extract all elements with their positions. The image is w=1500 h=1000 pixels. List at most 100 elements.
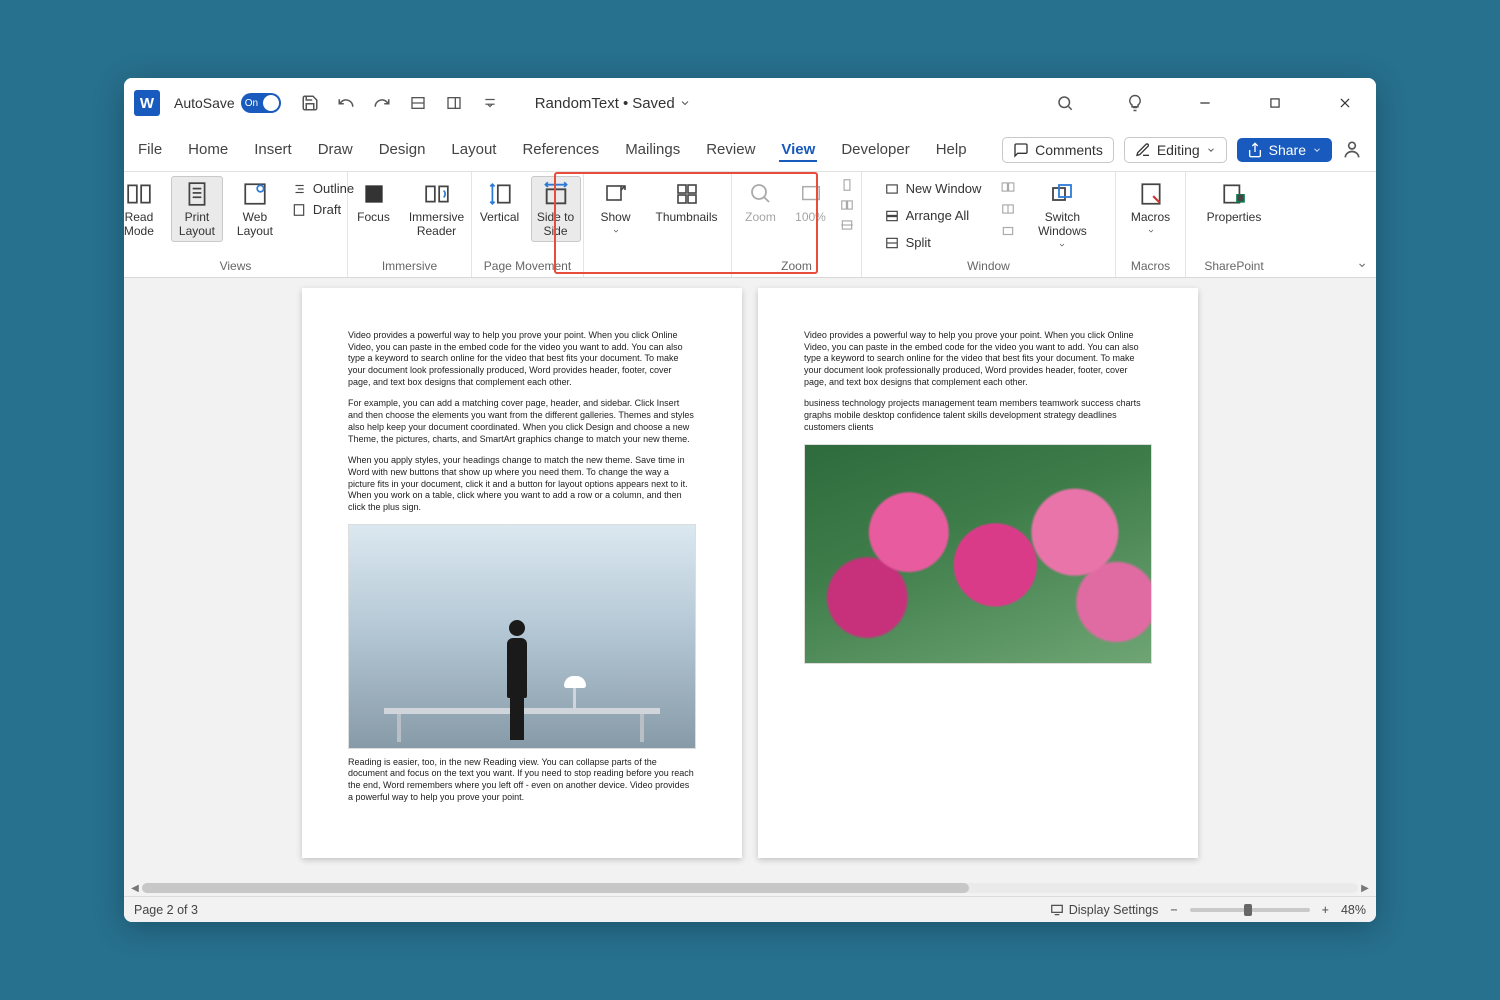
- focus-icon: [357, 179, 391, 209]
- web-layout-icon: [238, 179, 272, 209]
- redo-icon[interactable]: [371, 92, 393, 114]
- scroll-track[interactable]: [142, 883, 1358, 893]
- thumbnails-icon: [670, 179, 704, 209]
- properties-button[interactable]: S Properties: [1194, 176, 1274, 228]
- person-silhouette-icon: [501, 620, 533, 740]
- autosave-toggle[interactable]: AutoSave On: [174, 93, 281, 113]
- lamp-icon: [564, 676, 586, 708]
- immersive-reader-icon: [420, 179, 454, 209]
- word-logo-icon: W: [134, 90, 160, 116]
- scroll-thumb[interactable]: [142, 883, 969, 893]
- focus-button[interactable]: Focus: [350, 176, 398, 228]
- tab-insert[interactable]: Insert: [252, 137, 294, 162]
- tab-view[interactable]: View: [779, 137, 817, 162]
- tab-design[interactable]: Design: [377, 137, 428, 162]
- page-indicator[interactable]: Page 2 of 3: [134, 903, 198, 917]
- properties-label: Properties: [1207, 211, 1262, 225]
- autosave-switch[interactable]: On: [241, 93, 281, 113]
- flowers-photo: [804, 444, 1152, 664]
- page1-p4: Reading is easier, too, in the new Readi…: [348, 757, 696, 804]
- page-2[interactable]: Video provides a powerful way to help yo…: [758, 288, 1198, 858]
- vertical-button[interactable]: Vertical: [475, 176, 525, 228]
- autosave-state: On: [245, 98, 258, 109]
- title-separator: •: [623, 95, 628, 112]
- document-title[interactable]: RandomText • Saved: [535, 95, 691, 112]
- qat-button-2[interactable]: [443, 92, 465, 114]
- show-button[interactable]: Show: [590, 176, 642, 238]
- page1-p1: Video provides a powerful way to help yo…: [348, 330, 696, 388]
- split-button[interactable]: Split: [880, 234, 986, 251]
- tab-mailings[interactable]: Mailings: [623, 137, 682, 162]
- tab-help[interactable]: Help: [934, 137, 969, 162]
- comments-button[interactable]: Comments: [1002, 137, 1114, 163]
- editing-button[interactable]: Editing: [1124, 137, 1227, 163]
- switch-windows-button[interactable]: Switch Windows: [1027, 176, 1097, 252]
- search-icon[interactable]: [1050, 88, 1080, 118]
- tab-draw[interactable]: Draw: [316, 137, 355, 162]
- svg-text:S: S: [1238, 194, 1243, 203]
- scroll-left-icon[interactable]: ◀: [128, 883, 142, 894]
- new-window-icon: [884, 182, 900, 196]
- print-layout-button[interactable]: Print Layout: [171, 176, 223, 242]
- side-to-side-button[interactable]: Side to Side: [531, 176, 581, 242]
- scroll-right-icon[interactable]: ▶: [1358, 883, 1372, 894]
- share-icon: [1247, 142, 1263, 158]
- multi-page-icon: [839, 198, 855, 212]
- qat-button-1[interactable]: [407, 92, 429, 114]
- maximize-button[interactable]: [1260, 88, 1290, 118]
- tab-home[interactable]: Home: [186, 137, 230, 162]
- views-group-label: Views: [220, 259, 252, 275]
- zoom-out-icon[interactable]: −: [1170, 903, 1177, 917]
- close-button[interactable]: [1330, 88, 1360, 118]
- draft-label: Draft: [313, 202, 341, 217]
- tab-review[interactable]: Review: [704, 137, 757, 162]
- arrange-all-button[interactable]: Arrange All: [880, 207, 986, 224]
- lightbulb-icon[interactable]: [1120, 88, 1150, 118]
- tab-developer[interactable]: Developer: [839, 137, 911, 162]
- group-immersive: Focus Immersive Reader Immersive: [348, 172, 472, 277]
- ribbon-tabs: File Home Insert Draw Design Layout Refe…: [124, 128, 1376, 172]
- zoom-handle[interactable]: [1244, 904, 1252, 916]
- collapse-ribbon-icon[interactable]: ⌄: [1356, 254, 1368, 271]
- zoom-icon: [744, 179, 778, 209]
- chevron-down-icon: [1146, 227, 1156, 235]
- hundred-icon: [794, 179, 828, 209]
- zoom-button: Zoom: [739, 176, 783, 228]
- undo-icon[interactable]: [335, 92, 357, 114]
- customize-qat-icon[interactable]: [479, 92, 501, 114]
- save-icon[interactable]: [299, 92, 321, 114]
- zoom-percent[interactable]: 48%: [1341, 903, 1366, 917]
- display-settings-button[interactable]: Display Settings: [1049, 903, 1159, 917]
- document-area[interactable]: Video provides a powerful way to help yo…: [124, 278, 1376, 880]
- read-mode-button[interactable]: Read Mode: [124, 176, 165, 242]
- macros-button[interactable]: Macros: [1122, 176, 1180, 238]
- minimize-button[interactable]: [1190, 88, 1220, 118]
- titlebar-right: [1050, 88, 1366, 118]
- switch-windows-label: Switch Windows: [1030, 211, 1094, 239]
- group-macros: Macros Macros: [1116, 172, 1186, 277]
- group-sharepoint: S Properties SharePoint: [1186, 172, 1282, 277]
- tab-layout[interactable]: Layout: [449, 137, 498, 162]
- thumbnails-button[interactable]: Thumbnails: [648, 176, 726, 228]
- view-side-by-side-icon: [999, 180, 1017, 194]
- side-to-side-icon: [539, 179, 573, 209]
- split-label: Split: [906, 235, 931, 250]
- one-page-icon: [839, 178, 855, 192]
- new-window-button[interactable]: New Window: [880, 180, 986, 197]
- saved-label: Saved: [632, 95, 675, 112]
- tab-references[interactable]: References: [520, 137, 601, 162]
- share-button[interactable]: Share: [1237, 138, 1332, 162]
- zoom-slider[interactable]: [1190, 908, 1310, 912]
- horizontal-scrollbar[interactable]: ◀ ▶: [124, 880, 1376, 896]
- zoom-in-icon[interactable]: +: [1322, 903, 1329, 917]
- page-1[interactable]: Video provides a powerful way to help yo…: [302, 288, 742, 858]
- present-icon[interactable]: [1342, 139, 1364, 161]
- comments-label: Comments: [1035, 142, 1103, 158]
- reset-window-icon: [999, 224, 1017, 238]
- tab-file[interactable]: File: [136, 137, 164, 162]
- side-to-side-label: Side to Side: [534, 211, 578, 239]
- web-layout-button[interactable]: Web Layout: [229, 176, 281, 242]
- page-width-icon: [839, 218, 855, 232]
- macros-label: Macros: [1131, 211, 1170, 225]
- immersive-reader-button[interactable]: Immersive Reader: [404, 176, 470, 242]
